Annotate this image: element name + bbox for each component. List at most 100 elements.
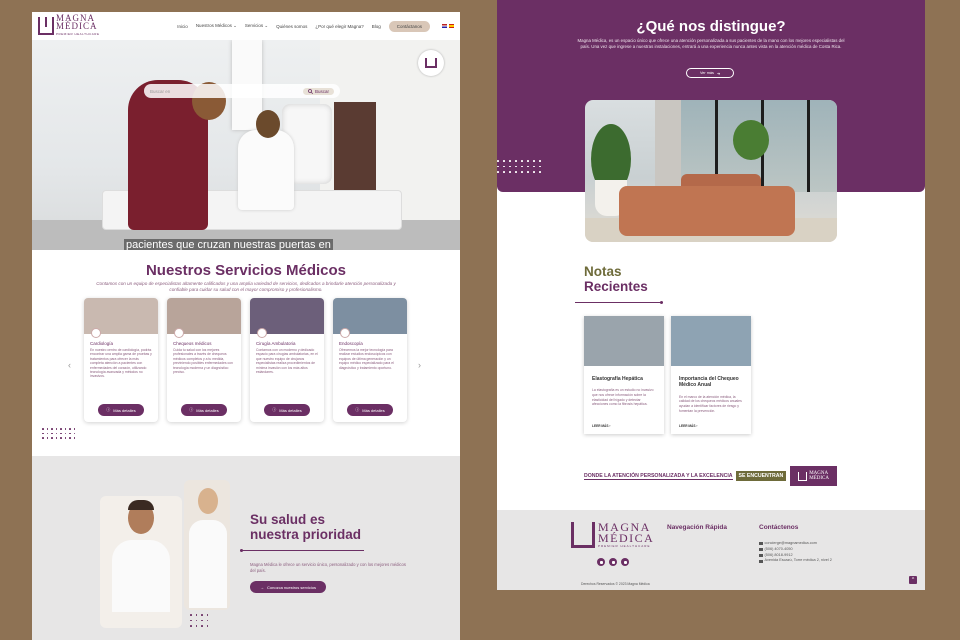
note-text: La elastografía es un estudio no invasiv… — [592, 388, 654, 407]
quick-nav-heading: Navegación Rápida — [667, 524, 727, 531]
phone-icon — [759, 553, 763, 557]
brand-logo[interactable]: MAGNA MÉDICA PREMIER HEALTHCARE — [38, 14, 99, 38]
services-title: Nuestros Servicios Médicos — [145, 262, 347, 279]
banner-text: DONDE LA ATENCIÓN PERSONALIZADA Y LA EXC… — [584, 472, 733, 480]
more-details-label: Más detalles — [279, 407, 302, 413]
more-details-button[interactable]: ⓘ Más detalles — [181, 404, 227, 416]
health-title-line1: Su salud es — [250, 512, 326, 527]
spanish-flag-icon[interactable] — [449, 24, 454, 28]
nav-item-blog[interactable]: Blog — [372, 24, 381, 29]
back-to-top-button[interactable]: ^ — [909, 576, 917, 584]
lobby-plant — [733, 120, 769, 160]
note-image — [671, 316, 751, 366]
footer: MAGNA MÉDICA PREMIER HEALTHCARE Navegaci… — [497, 510, 925, 590]
more-details-button[interactable]: ⓘ Más detalles — [264, 404, 310, 416]
footer-logo[interactable]: MAGNA MÉDICA PREMIER HEALTHCARE — [571, 521, 655, 548]
health-title: Su salud es nuestra prioridad — [250, 512, 361, 542]
chevron-up-icon: ^ — [911, 577, 915, 583]
right-page-screenshot: ¿Qué nos distingue? Magna Médica, es un … — [497, 0, 925, 590]
endoscope-icon — [340, 328, 350, 338]
nav-item-servicios[interactable]: Servicios ⌄ — [245, 23, 268, 29]
note-card[interactable]: Importancia del Chequeo Médico Anual En … — [671, 316, 751, 434]
info-icon: ⓘ — [272, 407, 277, 412]
english-flag-icon[interactable] — [442, 24, 447, 28]
decorative-line — [575, 301, 663, 304]
service-card: Endoscopía Ofrecemos la mejor tecnología… — [333, 298, 407, 422]
logo-tagline: PREMIER HEALTHCARE — [56, 32, 100, 36]
more-details-button[interactable]: ⓘ Más detalles — [98, 404, 144, 416]
patient-head — [256, 110, 280, 138]
health-title-line2: nuestra prioridad — [250, 527, 362, 542]
search-input[interactable]: Buscar en — [150, 89, 303, 94]
more-details-label: Más detalles — [362, 407, 385, 413]
nav-item-por-que[interactable]: ¿Por qué elegir Magna? — [315, 24, 363, 29]
more-details-label: Más detalles — [196, 407, 219, 413]
language-switcher — [442, 24, 454, 28]
contact-heading: Contáctenos — [759, 524, 799, 531]
service-card-text: Cuida tu salud con los mejores profesion… — [173, 348, 233, 375]
lobby-photo — [585, 100, 837, 242]
main-menu: Inicio Nuestros Médicos ⌄ Servicios ⌄ Qu… — [177, 20, 454, 32]
note-title: Importancia del Chequeo Médico Anual — [679, 376, 739, 389]
services-cta-label: Conozca nuestros servicios — [267, 584, 316, 590]
nav-item-servicios-label: Servicios — [244, 23, 264, 28]
carousel-next-icon[interactable]: › — [418, 360, 421, 370]
logo-mark-icon — [38, 17, 54, 35]
instagram-icon[interactable] — [609, 558, 617, 566]
doctors-photo — [100, 480, 232, 628]
banner-highlight: SE ENCUENTRAN — [735, 471, 787, 481]
search-icon — [308, 88, 313, 94]
health-section: Su salud es nuestra prioridad Magna Médi… — [32, 456, 460, 640]
service-card-text: Contamos con un moderno y dedicado espac… — [256, 348, 318, 375]
copyright-text: Derechos Reservados © 2023 Magna Médica — [581, 582, 650, 586]
doctor-hair-1 — [128, 500, 154, 510]
health-text: Magna Médica le ofrece un servicio único… — [250, 562, 406, 573]
nav-item-medicos[interactable]: Nuestros Médicos ⌄ — [196, 23, 237, 29]
nav-item-inicio[interactable]: Inicio — [177, 24, 188, 29]
more-details-button[interactable]: ⓘ Más detalles — [347, 404, 393, 416]
note-card[interactable]: Elastografía Hepática La elastografía es… — [584, 316, 664, 434]
nav-item-quienes[interactable]: Quiénes somos — [276, 24, 307, 29]
distinguishes-title: ¿Qué nos distingue? — [636, 18, 786, 35]
brand-badge — [418, 50, 444, 76]
service-card: Cirugía Ambulatoria Contamos con un mode… — [250, 298, 324, 422]
read-more-link[interactable]: LEER MÁS › — [679, 424, 697, 428]
mail-icon — [759, 542, 763, 546]
linkedin-icon[interactable] — [621, 558, 629, 566]
decorative-dots — [190, 614, 208, 627]
read-more-link[interactable]: LEER MÁS › — [592, 424, 610, 428]
phone-icon — [759, 548, 763, 552]
service-card: Cardiología En nuestro centro de cardiol… — [84, 298, 158, 422]
search-button-label: Buscar — [314, 88, 329, 94]
decorative-dots — [42, 428, 75, 439]
footer-logo-line2: MÉDICA — [598, 531, 655, 545]
service-card-title: Cardiología — [90, 341, 114, 346]
service-card-title: Endoscopía — [339, 341, 363, 346]
carousel-prev-icon[interactable]: ‹ — [68, 360, 71, 370]
service-card-text: En nuestro centro de cardiología, podrás… — [90, 348, 152, 379]
more-details-label: Más detalles — [113, 407, 136, 413]
doctor-coat-2 — [189, 520, 227, 608]
note-text: En el marco de la atención médica, la ca… — [679, 394, 742, 413]
window-mullion — [807, 100, 810, 192]
notes-title: Notas Recientes — [584, 264, 648, 294]
hero-image: Buscar en Buscar pacientes que cruzan nu… — [32, 40, 460, 250]
logo-mark-icon — [798, 471, 808, 481]
search-button[interactable]: Buscar — [302, 87, 334, 95]
facebook-icon[interactable] — [597, 558, 605, 566]
footer-logo-tagline: PREMIER HEALTHCARE — [598, 544, 651, 548]
contact-button[interactable]: Contáctanos — [388, 20, 430, 32]
see-more-button[interactable]: Ver más ➜ — [686, 68, 734, 78]
service-card-title: Cirugía Ambulatoria — [256, 341, 296, 346]
note-image — [584, 316, 664, 366]
hero-caption: pacientes que cruzan nuestras puertas en — [124, 239, 333, 250]
doctor-coat-1 — [112, 540, 170, 612]
contact-address: Avenida Escazú, Torre médica 2, nivel 2 — [759, 558, 832, 564]
surgery-icon — [257, 328, 267, 338]
logo-mark-icon — [425, 58, 437, 68]
location-pin-icon — [759, 559, 763, 563]
decorative-line — [240, 549, 364, 552]
contact-list: concierge@magnamedica.com (506) 4070-405… — [759, 541, 832, 564]
heart-icon — [91, 328, 101, 338]
services-cta-button[interactable]: → Conozca nuestros servicios — [250, 581, 326, 593]
